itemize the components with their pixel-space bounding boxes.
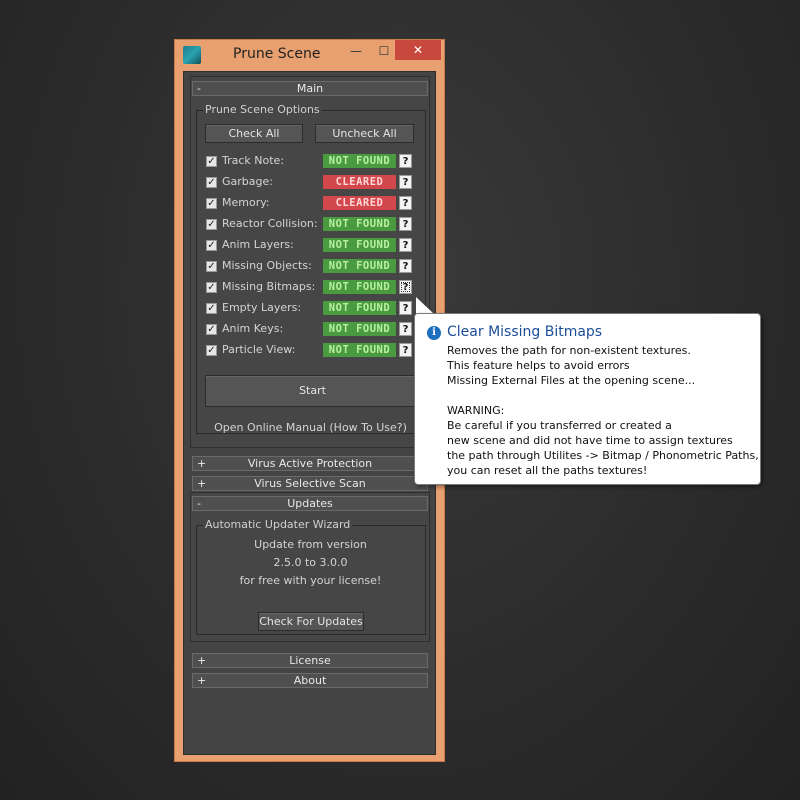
option-row-empty-layers: ✓ Empty Layers: NOT FOUND? xyxy=(206,301,426,316)
tooltip-line: you can reset all the paths textures! xyxy=(447,464,648,477)
main-rollout-header[interactable]: - Main xyxy=(192,81,428,96)
tooltip-line: the path through Utilites -> Bitmap / Ph… xyxy=(447,449,759,462)
maximize-button[interactable]: ☐ xyxy=(371,42,397,62)
option-row-particle-view: ✓ Particle View: NOT FOUND? xyxy=(206,343,426,358)
app-icon xyxy=(183,46,201,64)
option-label: Memory: xyxy=(222,196,270,209)
rollout-label: Main xyxy=(296,82,324,95)
start-button[interactable]: Start xyxy=(205,375,420,407)
checkbox-anim-layers[interactable]: ✓ xyxy=(206,240,217,251)
option-label: Anim Keys: xyxy=(222,322,284,335)
update-line-3: for free with your license! xyxy=(239,574,382,587)
help-button[interactable]: ? xyxy=(399,217,412,231)
rollout-virus-active-protection[interactable]: + Virus Active Protection xyxy=(192,456,428,471)
title-bar[interactable]: Prune Scene — ☐ ✕ xyxy=(175,40,444,70)
help-button[interactable]: ? xyxy=(399,343,412,357)
update-line-1: Update from version xyxy=(254,538,367,551)
option-label: Empty Layers: xyxy=(222,301,302,314)
option-label: Track Note: xyxy=(222,154,285,167)
help-button[interactable]: ? xyxy=(399,196,412,210)
option-label: Missing Objects: xyxy=(222,259,312,272)
help-button[interactable]: ? xyxy=(399,259,412,273)
status-badge: NOT FOUND xyxy=(323,343,396,357)
status-badge: NOT FOUND xyxy=(323,301,396,315)
tooltip-line: Be careful if you transferred or created… xyxy=(447,419,672,432)
check-for-updates-button[interactable]: Check For Updates xyxy=(258,612,364,631)
rollout-label: License xyxy=(289,654,331,667)
status-badge: CLEARED xyxy=(323,196,396,210)
checkbox-missing-bitmaps[interactable]: ✓ xyxy=(206,282,217,293)
window-client-area: - Main Prune Scene Options Check All Unc… xyxy=(183,71,436,755)
option-row-anim-layers: ✓ Anim Layers: NOT FOUND? xyxy=(206,238,426,253)
rollout-about[interactable]: + About xyxy=(192,673,428,688)
checkbox-memory[interactable]: ✓ xyxy=(206,198,217,209)
help-button[interactable]: ? xyxy=(399,301,412,315)
tooltip-line: new scene and did not have time to assig… xyxy=(447,434,733,447)
help-button[interactable]: ? xyxy=(399,238,412,252)
option-label: Missing Bitmaps: xyxy=(222,280,316,293)
rollout-virus-selective-scan[interactable]: + Virus Selective Scan xyxy=(192,476,428,491)
option-row-track-note: ✓ Track Note: NOT FOUND? xyxy=(206,154,426,169)
help-tooltip: i Clear Missing Bitmaps Removes the path… xyxy=(414,313,761,485)
help-button[interactable]: ? xyxy=(399,322,412,336)
option-label: Particle View: xyxy=(222,343,296,356)
tooltip-line: WARNING: xyxy=(447,404,505,417)
checkbox-garbage[interactable]: ✓ xyxy=(206,177,217,188)
tooltip-line: This feature helps to avoid errors xyxy=(447,359,630,372)
option-label: Garbage: xyxy=(222,175,273,188)
checkbox-track-note[interactable]: ✓ xyxy=(206,156,217,167)
option-row-missing-objects: ✓ Missing Objects: NOT FOUND? xyxy=(206,259,426,274)
rollout-label: Virus Active Protection xyxy=(247,457,373,470)
info-icon: i xyxy=(427,326,441,340)
checkbox-particle-view[interactable]: ✓ xyxy=(206,345,217,356)
option-row-missing-bitmaps: ✓ Missing Bitmaps: NOT FOUND? xyxy=(206,280,426,295)
minimize-button[interactable]: — xyxy=(343,42,369,62)
tooltip-title: Clear Missing Bitmaps xyxy=(447,324,603,340)
status-badge: NOT FOUND xyxy=(323,259,396,273)
tooltip-line: Removes the path for non-existent textur… xyxy=(447,344,691,357)
status-badge: NOT FOUND xyxy=(323,322,396,336)
rollout-license[interactable]: + License xyxy=(192,653,428,668)
checkbox-anim-keys[interactable]: ✓ xyxy=(206,324,217,335)
tooltip-pointer xyxy=(416,297,434,314)
option-row-reactor-collision: ✓ Reactor Collision: NOT FOUND? xyxy=(206,217,426,232)
status-badge: CLEARED xyxy=(323,175,396,189)
option-label: Reactor Collision: xyxy=(222,217,318,230)
check-all-button[interactable]: Check All xyxy=(205,124,303,143)
status-badge: NOT FOUND xyxy=(323,238,396,252)
close-button[interactable]: ✕ xyxy=(395,40,441,60)
checkbox-reactor-collision[interactable]: ✓ xyxy=(206,219,217,230)
status-badge: NOT FOUND xyxy=(323,280,396,294)
group-title: Automatic Updater Wizard xyxy=(203,518,353,531)
status-badge: NOT FOUND xyxy=(323,217,396,231)
rollout-label: Updates xyxy=(287,497,333,510)
option-row-memory: ✓ Memory: CLEARED? xyxy=(206,196,426,211)
help-button[interactable]: ? xyxy=(399,154,412,168)
rollout-label: Virus Selective Scan xyxy=(254,477,366,490)
help-button[interactable]: ? xyxy=(399,280,412,294)
group-title: Prune Scene Options xyxy=(203,103,322,116)
uncheck-all-button[interactable]: Uncheck All xyxy=(315,124,414,143)
option-row-anim-keys: ✓ Anim Keys: NOT FOUND? xyxy=(206,322,426,337)
help-button[interactable]: ? xyxy=(399,175,412,189)
rollout-label: About xyxy=(293,674,327,687)
window-title: Prune Scene xyxy=(233,46,321,62)
checkbox-empty-layers[interactable]: ✓ xyxy=(206,303,217,314)
status-badge: NOT FOUND xyxy=(323,154,396,168)
online-manual-link[interactable]: Open Online Manual (How To Use?) xyxy=(184,421,437,434)
checkbox-missing-objects[interactable]: ✓ xyxy=(206,261,217,272)
updates-rollout-header[interactable]: - Updates xyxy=(192,496,428,511)
tooltip-line: Missing External Files at the opening sc… xyxy=(447,374,696,387)
update-version: 2.5.0 to 3.0.0 xyxy=(273,556,348,569)
prune-scene-window: Prune Scene — ☐ ✕ - Main Prune Scene Opt… xyxy=(174,39,445,762)
option-row-garbage: ✓ Garbage: CLEARED? xyxy=(206,175,426,190)
option-label: Anim Layers: xyxy=(222,238,294,251)
